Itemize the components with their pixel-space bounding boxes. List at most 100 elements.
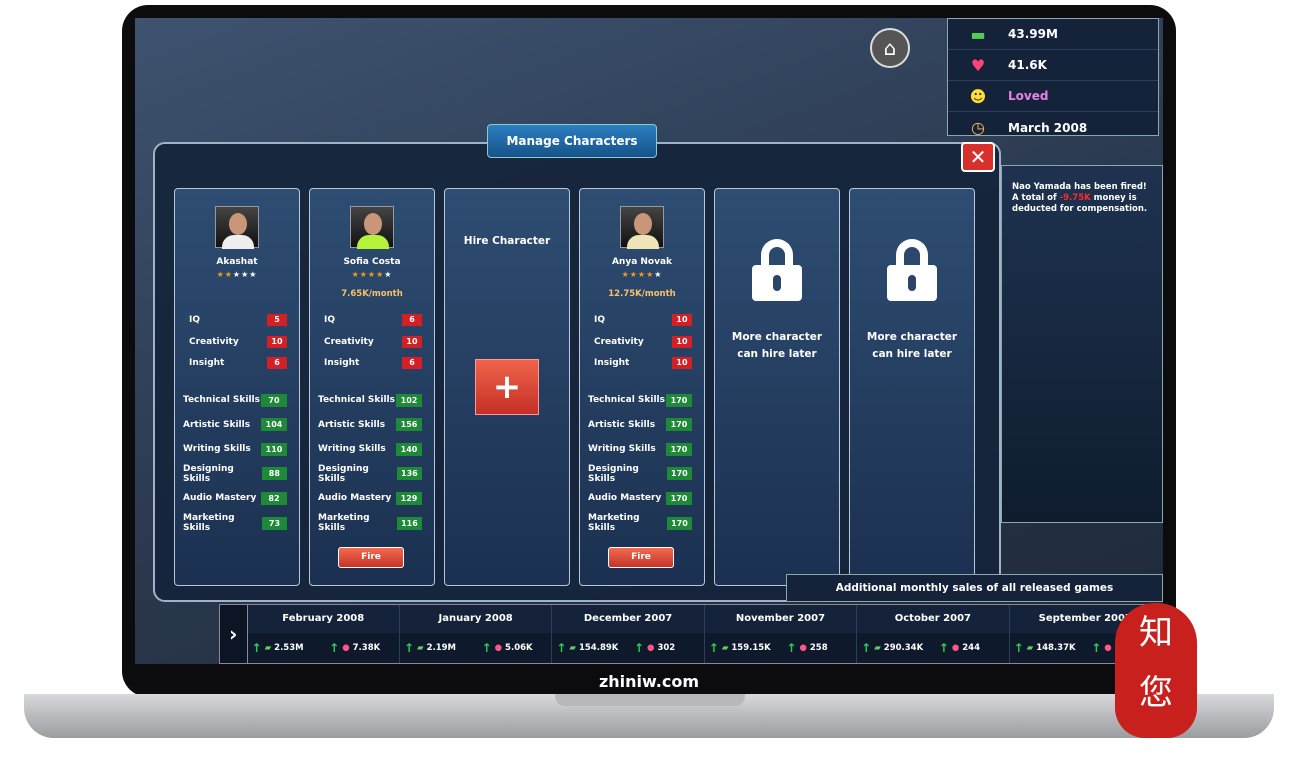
month-column: December 2007 ↑ ▰ 154.89K ↑ ● 302 bbox=[552, 605, 705, 663]
attribute-label: Insight bbox=[594, 358, 630, 368]
heart-icon: ● bbox=[1104, 643, 1112, 653]
money-icon: ▰ bbox=[1026, 643, 1034, 653]
skill-value: 140 bbox=[396, 442, 422, 456]
arrow-up-icon: ↑ bbox=[1013, 641, 1024, 655]
date-value: March 2008 bbox=[1008, 120, 1088, 135]
skill-value: 104 bbox=[261, 418, 287, 432]
arrow-up-icon: ↑ bbox=[556, 641, 567, 655]
attribute-value: 6 bbox=[267, 357, 287, 369]
skill-value: 82 bbox=[261, 491, 287, 505]
skill-value: 73 bbox=[261, 516, 287, 530]
hire-label: Hire Character bbox=[463, 235, 551, 247]
month-label: November 2007 bbox=[735, 613, 826, 624]
home-upgrade-button[interactable]: ⌂ bbox=[870, 28, 910, 68]
arrow-up-icon: ↑ bbox=[1091, 641, 1102, 655]
arrow-up-icon: ↑ bbox=[251, 641, 262, 655]
attribute-label: IQ bbox=[189, 315, 200, 325]
salary: 7.65K/month bbox=[341, 289, 403, 299]
chevron-right-icon[interactable]: › bbox=[220, 605, 248, 663]
arrow-up-icon: ↑ bbox=[633, 641, 645, 655]
watermark-seal: 知您 bbox=[1115, 603, 1197, 738]
skill-label: Designing Skills bbox=[318, 463, 369, 484]
fans-value: 41.6K bbox=[1008, 58, 1047, 72]
attribute-insight: Insight 6 bbox=[324, 356, 422, 370]
attribute-value: 6 bbox=[402, 314, 422, 326]
arrow-up-icon: ↑ bbox=[786, 641, 797, 655]
heart-icon: ● bbox=[951, 643, 960, 653]
character-card: Anya Novak ★★★★★ 12.75K/month IQ 10 Creativ… bbox=[579, 188, 705, 586]
month-column: November 2007 ↑ ▰ 159.15K ↑ ● 258 bbox=[704, 605, 858, 663]
month-fans: 258 bbox=[809, 643, 828, 653]
skill-value: 129 bbox=[396, 491, 422, 505]
star-rating: ★★★★★ bbox=[310, 270, 434, 279]
lock-icon bbox=[752, 239, 802, 301]
skill-row: Marketing Skills 73 bbox=[183, 513, 287, 533]
star-icon: ★ bbox=[621, 270, 630, 279]
arrow-up-icon: ↑ bbox=[481, 641, 492, 655]
sales-title: Additional monthly sales of all released… bbox=[786, 574, 1163, 602]
heart-icon: ● bbox=[647, 643, 655, 653]
skill-label: Technical Skills bbox=[183, 395, 260, 405]
clock-icon: ◷ bbox=[971, 118, 985, 137]
month-label: January 2008 bbox=[438, 613, 513, 624]
skill-row: Marketing Skills 170 bbox=[588, 513, 692, 533]
arrow-up-icon: ↑ bbox=[403, 641, 415, 655]
month-fans: 7.38K bbox=[352, 643, 381, 653]
attribute-value: 10 bbox=[672, 357, 692, 369]
skill-value: 170 bbox=[666, 467, 692, 481]
skill-value: 170 bbox=[666, 491, 692, 505]
locked-text-2: can hire later bbox=[737, 348, 817, 360]
skill-value: 110 bbox=[261, 442, 287, 456]
star-icon: ★ bbox=[629, 270, 638, 279]
game-screen: ⌂ ▬ 43.99M ♥ 41.6K ☻ Loved ◷ March 2008 Mana… bbox=[135, 18, 1163, 664]
stats-panel: ▬ 43.99M ♥ 41.6K ☻ Loved ◷ March 2008 bbox=[947, 18, 1159, 137]
money-icon: ▰ bbox=[874, 643, 881, 653]
money-icon: ▰ bbox=[721, 643, 729, 653]
skill-label: Artistic Skills bbox=[588, 419, 656, 430]
money-icon: ▰ bbox=[417, 643, 424, 653]
skill-value: 170 bbox=[666, 418, 692, 432]
skill-value: 116 bbox=[396, 516, 422, 530]
character-name: Sofia Costa bbox=[343, 257, 401, 267]
skill-row: Technical Skills 70 bbox=[183, 393, 287, 407]
skill-value: 136 bbox=[396, 467, 422, 481]
character-name: Akashat bbox=[216, 257, 258, 267]
skill-label: Designing Skills bbox=[183, 463, 234, 484]
brand-text: zhiniw.com bbox=[598, 672, 700, 691]
skill-row: Audio Mastery 170 bbox=[588, 491, 692, 505]
arrow-up-icon: ↑ bbox=[938, 641, 949, 655]
fire-button[interactable]: Fire bbox=[338, 547, 404, 568]
attribute-insight: Insight 6 bbox=[189, 356, 287, 370]
attribute-iq: IQ 6 bbox=[324, 313, 422, 327]
attribute-label: Creativity bbox=[324, 336, 374, 347]
attribute-value: 10 bbox=[267, 335, 287, 348]
skill-label: Audio Mastery bbox=[318, 493, 392, 504]
house-icon: ⌂ bbox=[883, 36, 897, 60]
dialog-title: Manage Characters bbox=[487, 124, 657, 158]
attribute-label: IQ bbox=[324, 315, 335, 325]
month-column: October 2007 ↑ ▰ 290.34K ↑ ● 244 bbox=[857, 605, 1010, 663]
star-icon: ★ bbox=[216, 270, 225, 279]
heart-icon: ● bbox=[494, 643, 503, 653]
skill-label: Marketing Skills bbox=[183, 513, 235, 533]
skill-label: Artistic Skills bbox=[183, 419, 251, 430]
skill-row: Artistic Skills 104 bbox=[183, 418, 287, 432]
plus-button[interactable]: + bbox=[475, 359, 539, 415]
close-button[interactable]: ✕ bbox=[961, 142, 995, 172]
hire-character-card[interactable]: Hire Character + bbox=[444, 188, 570, 586]
character-card: Akashat ★★★★★ IQ 5 Creativity 10 Insight 6 Tec… bbox=[174, 188, 300, 586]
fire-button[interactable]: Fire bbox=[608, 547, 674, 568]
skill-label: Writing Skills bbox=[183, 444, 251, 455]
month-money: 154.89K bbox=[578, 643, 619, 653]
attribute-value: 10 bbox=[672, 335, 692, 348]
star-icon: ★ bbox=[232, 270, 242, 279]
month-money: 290.34K bbox=[883, 643, 924, 653]
skill-label: Artistic Skills bbox=[318, 419, 386, 430]
arrow-up-icon: ↑ bbox=[861, 641, 872, 655]
character-card: Sofia Costa ★★★★★ 7.65K/month IQ 6 Creativi… bbox=[309, 188, 435, 586]
skill-row: Writing Skills 140 bbox=[318, 442, 422, 456]
month-money: 2.19M bbox=[426, 643, 456, 653]
star-icon: ★ bbox=[367, 270, 377, 279]
attribute-insight: Insight 10 bbox=[594, 356, 692, 370]
attribute-creativity: Creativity 10 bbox=[189, 335, 287, 349]
